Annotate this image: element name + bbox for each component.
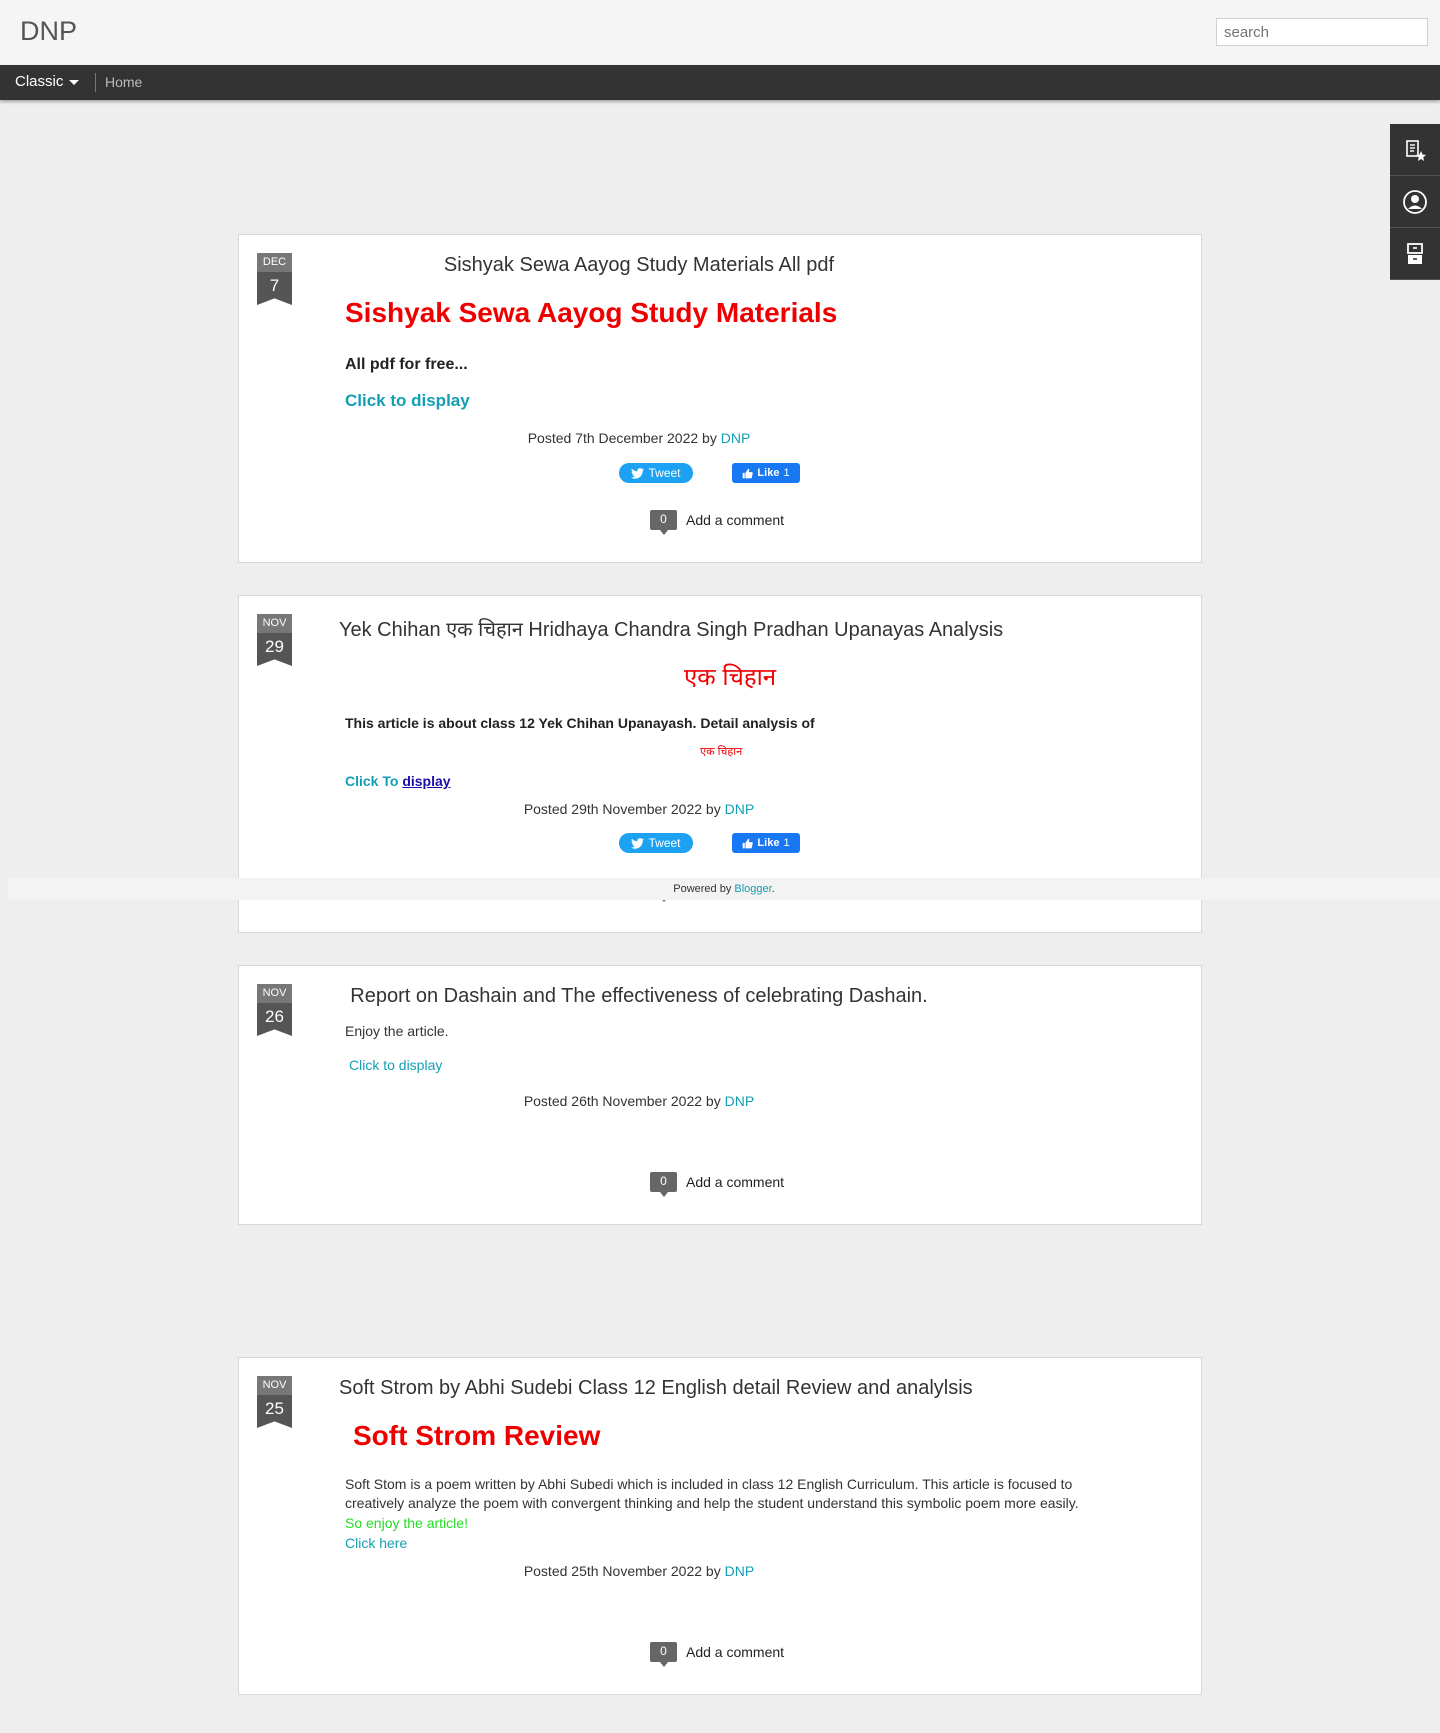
like-button[interactable]: Like 1	[732, 833, 800, 853]
blog-title[interactable]: DNP	[20, 16, 77, 47]
date-day: 29	[257, 633, 292, 666]
view-selector-label: Classic	[15, 73, 64, 90]
navbar: Classic Home	[0, 65, 1440, 100]
post-link-row: Click To display	[345, 773, 451, 789]
post-body-line: creatively analyze the poem with converg…	[345, 1495, 1079, 1511]
date-month: NOV	[257, 984, 292, 1003]
posted-date: Posted 25th November 2022 by	[523, 1563, 721, 1579]
date-day: 7	[257, 272, 292, 305]
add-comment-link[interactable]: 0 Add a comment	[650, 1172, 785, 1197]
post-title[interactable]: Yek Chihan एक चिहान Hridhaya Chandra Sin…	[339, 615, 1003, 642]
author-link[interactable]: DNP	[725, 1093, 755, 1109]
powered-suffix: .	[771, 883, 775, 895]
posted-date: Posted 26th November 2022 by	[523, 1093, 721, 1109]
profile-button[interactable]	[1390, 176, 1440, 228]
post-heading: Sishyak Sewa Aayog Study Materials	[345, 297, 838, 328]
date-month: NOV	[257, 614, 292, 633]
tweet-label: Tweet	[648, 836, 681, 850]
add-comment-link[interactable]: 0 Add a comment	[650, 510, 785, 535]
view-selector-dropdown[interactable]: Classic	[15, 73, 80, 90]
post-title[interactable]: Soft Strom by Abhi Sudebi Class 12 Engli…	[339, 1377, 973, 1400]
twitter-bird-icon	[631, 467, 645, 479]
date-day: 25	[257, 1395, 292, 1428]
like-label: Like	[757, 837, 780, 849]
tweet-label: Tweet	[648, 466, 681, 480]
enjoy-text: So enjoy the article!	[345, 1515, 468, 1531]
archive-icon	[1407, 242, 1423, 264]
post-card: NOV 25 Soft Strom by Abhi Sudebi Class 1…	[238, 1357, 1202, 1695]
like-label: Like	[757, 467, 780, 479]
date-badge: NOV 29	[257, 614, 292, 666]
thumbs-up-icon	[743, 838, 754, 848]
post-link-prefix: Click To	[345, 773, 399, 789]
top-bar: DNP	[0, 0, 1440, 65]
add-comment-label: Add a comment	[686, 1174, 785, 1190]
date-month: NOV	[257, 1376, 292, 1395]
author-link[interactable]: DNP	[725, 1563, 755, 1579]
posts-button[interactable]	[1390, 124, 1440, 176]
post-meta: Posted 26th November 2022 by DNP	[339, 1093, 939, 1109]
author-link[interactable]: DNP	[725, 801, 755, 817]
post-meta: Posted 7th December 2022 by DNP	[339, 430, 939, 446]
tweet-button[interactable]: Tweet	[619, 833, 693, 853]
like-count: 1	[783, 837, 790, 849]
post-heading: एक चिहान	[684, 664, 777, 691]
post-heading: Soft Strom Review	[353, 1420, 601, 1451]
add-comment-link[interactable]: 0 Add a comment	[650, 1642, 785, 1667]
post-subtext-red: एक चिहान	[700, 746, 743, 758]
post-card: NOV 26 Report on Dashain and The effecti…	[238, 965, 1202, 1225]
post-card: DEC 7 Sishyak Sewa Aayog Study Materials…	[238, 234, 1202, 563]
post-body-line: Soft Stom is a poem written by Abhi Sube…	[345, 1476, 1073, 1492]
search-input[interactable]	[1216, 18, 1428, 46]
date-badge: DEC 7	[257, 253, 292, 305]
post-body: Enjoy the article.	[345, 1023, 449, 1039]
post-title[interactable]: Report on Dashain and The effectiveness …	[339, 985, 939, 1008]
nav-home-link[interactable]: Home	[105, 74, 142, 90]
post-link[interactable]: Click to display	[345, 391, 470, 411]
blogger-link[interactable]: Blogger	[734, 883, 771, 895]
comment-count-badge: 0	[650, 1642, 677, 1667]
tweet-button[interactable]: Tweet	[619, 463, 693, 483]
powered-by-footer: Powered by Blogger.	[8, 878, 1440, 900]
thumbs-up-icon	[743, 468, 754, 478]
author-link[interactable]: DNP	[721, 430, 751, 446]
like-count: 1	[783, 467, 790, 479]
post-link[interactable]: Click to display	[349, 1057, 442, 1073]
post-subtext: All pdf for free...	[345, 356, 468, 373]
post-subtext: This article is about class 12 Yek Chiha…	[345, 715, 815, 731]
archive-button[interactable]	[1390, 228, 1440, 280]
posted-date: Posted 7th December 2022 by	[527, 430, 717, 446]
comment-count-badge: 0	[650, 510, 677, 535]
post-title[interactable]: Sishyak Sewa Aayog Study Materials All p…	[339, 254, 939, 277]
post-meta: Posted 25th November 2022 by DNP	[339, 1563, 939, 1579]
date-day: 26	[257, 1003, 292, 1036]
add-comment-label: Add a comment	[686, 1644, 785, 1660]
like-button[interactable]: Like 1	[732, 463, 800, 483]
posts-icon	[1406, 139, 1426, 161]
date-badge: NOV 26	[257, 984, 292, 1036]
caret-down-icon	[69, 79, 80, 85]
side-toolbar	[1390, 124, 1440, 280]
post-link[interactable]: display	[402, 773, 450, 789]
date-badge: NOV 25	[257, 1376, 292, 1428]
comment-count-badge: 0	[650, 1172, 677, 1197]
post-link[interactable]: Click here	[345, 1535, 407, 1551]
nav-divider	[95, 73, 96, 92]
post-meta: Posted 29th November 2022 by DNP	[339, 801, 939, 817]
add-comment-label: Add a comment	[686, 512, 785, 528]
powered-prefix: Powered by	[673, 883, 732, 895]
date-month: DEC	[257, 253, 292, 272]
twitter-bird-icon	[631, 837, 645, 849]
profile-icon	[1403, 189, 1427, 214]
posted-date: Posted 29th November 2022 by	[523, 801, 721, 817]
